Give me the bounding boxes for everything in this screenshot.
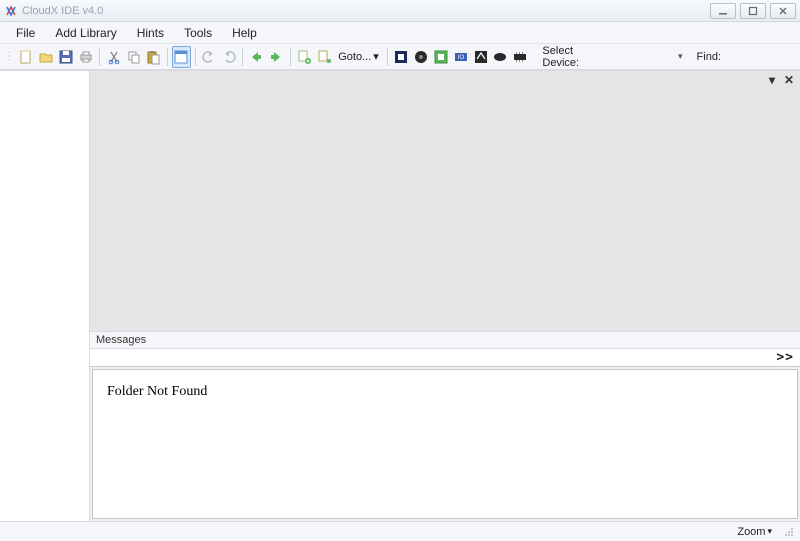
toggle-panel-button[interactable] [172,46,191,68]
editor-panel-controls: ▾ ✕ [765,73,796,87]
menu-help[interactable]: Help [222,23,267,43]
project-explorer-panel[interactable] [0,71,90,521]
zoom-label: Zoom [737,526,765,538]
redo-button[interactable] [219,46,238,68]
open-file-button[interactable] [37,46,56,68]
right-area: ▾ ✕ Messages >> Folder Not Found [90,71,800,521]
chevron-down-icon: ▾ [678,51,683,62]
save-button[interactable] [57,46,76,68]
select-device-dropdown[interactable]: ▾ [607,48,683,66]
close-button[interactable] [770,3,796,19]
zoom-control[interactable]: Zoom ▾ [737,526,772,538]
copy-button[interactable] [124,46,143,68]
device-chip-3-button[interactable] [431,46,450,68]
menu-tools[interactable]: Tools [174,23,222,43]
file-action-button[interactable] [295,46,314,68]
messages-advance-button[interactable]: >> [776,350,794,365]
toolbar-separator [99,48,100,66]
chevron-down-icon: ▾ [373,50,379,63]
messages-output[interactable]: Folder Not Found [92,369,798,519]
statusbar: Zoom ▾ [0,521,800,541]
panel-menu-icon[interactable]: ▾ [765,73,779,87]
menu-file[interactable]: File [6,23,45,43]
messages-panel: Messages >> Folder Not Found [90,332,800,521]
toolbar-separator [290,48,291,66]
print-button[interactable] [77,46,96,68]
export-button[interactable] [314,46,333,68]
back-button[interactable] [247,46,266,68]
app-icon [4,4,18,18]
menu-hints[interactable]: Hints [127,23,174,43]
device-chip-6-button[interactable] [491,46,510,68]
menu-add-library[interactable]: Add Library [45,23,126,43]
find-input[interactable] [726,48,796,66]
messages-text: Folder Not Found [107,384,207,399]
goto-label: Goto... [338,51,371,63]
messages-header: Messages [90,332,800,349]
toolbar-separator [387,48,388,66]
svg-text:IO: IO [457,55,464,61]
toolbar-separator [195,48,196,66]
device-chip-4-button[interactable]: IO [451,46,470,68]
resize-grip-icon[interactable] [780,525,794,539]
goto-dropdown[interactable]: Goto... ▾ [334,50,383,63]
toolbar-separator [242,48,243,66]
main-area: ▾ ✕ Messages >> Folder Not Found [0,70,800,521]
chevron-down-icon: ▾ [767,526,772,537]
panel-close-icon[interactable]: ✕ [782,73,796,87]
find-label: Find: [693,51,725,63]
new-file-button[interactable] [17,46,36,68]
device-chip-7-button[interactable] [511,46,530,68]
toolbar: ⋮ Goto... [0,44,800,70]
titlebar: CloudX IDE v4.0 [0,0,800,22]
window-title: CloudX IDE v4.0 [22,5,710,17]
messages-toolbar: >> [90,349,800,367]
toolbar-separator [167,48,168,66]
undo-button[interactable] [199,46,218,68]
select-device-label: Select Device: [538,45,605,69]
toolbar-grip: ⋮ [4,51,14,62]
paste-button[interactable] [144,46,163,68]
maximize-button[interactable] [740,3,766,19]
device-chip-5-button[interactable] [471,46,490,68]
forward-button[interactable] [267,46,286,68]
cut-button[interactable] [104,46,123,68]
window-controls [710,3,796,19]
device-chip-1-button[interactable] [392,46,411,68]
minimize-button[interactable] [710,3,736,19]
device-chip-2-button[interactable] [412,46,431,68]
editor-area[interactable]: ▾ ✕ [90,71,800,332]
menubar: File Add Library Hints Tools Help [0,22,800,44]
